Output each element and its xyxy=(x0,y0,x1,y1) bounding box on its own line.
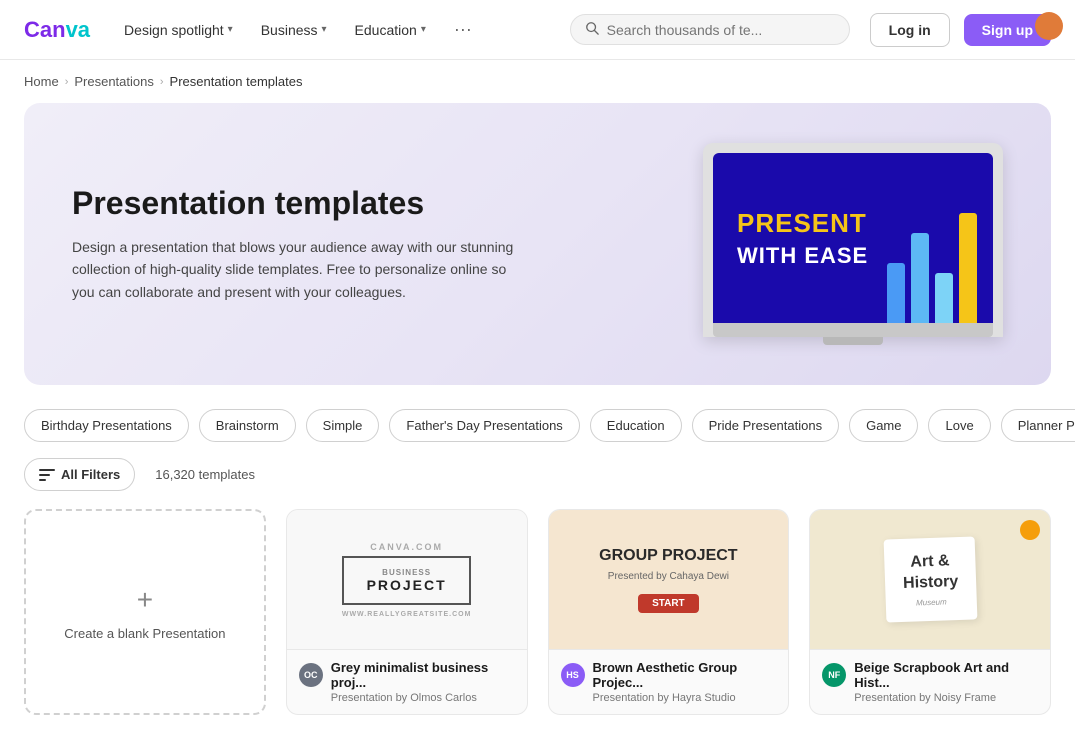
tag-brainstorm[interactable]: Brainstorm xyxy=(199,409,296,442)
card-name-group: Brown Aesthetic Group Projec... xyxy=(593,660,777,690)
hero-text: Presentation templates Design a presenta… xyxy=(72,185,532,303)
card-title-row: OC Grey minimalist business proj... xyxy=(299,660,515,690)
nav-education[interactable]: Education ▾ xyxy=(345,16,436,44)
tag-love[interactable]: Love xyxy=(928,409,990,442)
card-title-row-group: HS Brown Aesthetic Group Projec... xyxy=(561,660,777,690)
template-card-business[interactable]: CANVA.COM BUSINESS PROJECT WWW.REALLYGRE… xyxy=(286,509,528,715)
login-button[interactable]: Log in xyxy=(870,13,950,47)
thumb-group: GROUP PROJECT Presented by Cahaya Dewi S… xyxy=(549,510,789,650)
avatar-noisy: NF xyxy=(822,663,846,687)
laptop-line2: WITH EASE xyxy=(737,243,868,269)
thumb-art: Art &History Museum xyxy=(810,510,1050,650)
all-filters-button[interactable]: All Filters xyxy=(24,458,135,491)
card-info-art: NF Beige Scrapbook Art and Hist... Prese… xyxy=(810,650,1050,714)
decorative-circle xyxy=(1020,520,1040,540)
tag-simple[interactable]: Simple xyxy=(306,409,380,442)
hero-section: Presentation templates Design a presenta… xyxy=(24,103,1051,385)
template-count: 16,320 templates xyxy=(147,467,255,482)
chevron-down-icon: ▾ xyxy=(228,24,233,35)
laptop-line1: PRESENT xyxy=(737,208,867,239)
card-info-group: HS Brown Aesthetic Group Projec... Prese… xyxy=(549,650,789,714)
nav-education-label: Education xyxy=(355,22,417,38)
tag-birthday[interactable]: Birthday Presentations xyxy=(24,409,189,442)
nav-design-spotlight[interactable]: Design spotlight ▾ xyxy=(114,16,243,44)
templates-grid: + Create a blank Presentation CANVA.COM … xyxy=(0,501,1075,739)
hero-description: Design a presentation that blows your au… xyxy=(72,236,532,303)
group-project-sub: Presented by Cahaya Dewi xyxy=(608,571,729,582)
card-name-art: Beige Scrapbook Art and Hist... xyxy=(854,660,1038,690)
breadcrumb-home[interactable]: Home xyxy=(24,74,59,89)
hero-image-container: PRESENT WITH EASE xyxy=(703,143,1003,345)
template-card-art[interactable]: Art &History Museum NF Beige Scrapbook A… xyxy=(809,509,1051,715)
card-info-business: OC Grey minimalist business proj... Pres… xyxy=(287,650,527,714)
logo[interactable]: Canva xyxy=(24,17,90,43)
search-input[interactable] xyxy=(607,22,835,38)
filter-icon xyxy=(39,469,55,481)
bar-4 xyxy=(959,213,977,323)
group-project-title: GROUP PROJECT xyxy=(599,547,737,565)
nav-business-label: Business xyxy=(261,22,318,38)
chevron-down-icon: ▾ xyxy=(322,24,327,35)
card-title-row-art: NF Beige Scrapbook Art and Hist... xyxy=(822,660,1038,690)
breadcrumb-sep-2: › xyxy=(160,76,164,88)
tag-pride[interactable]: Pride Presentations xyxy=(692,409,839,442)
card-author-group: Presentation by Hayra Studio xyxy=(561,692,777,704)
bar-2 xyxy=(911,233,929,323)
avatar-olmos: OC xyxy=(299,663,323,687)
plus-icon: + xyxy=(137,584,153,616)
card-author-business: Presentation by Olmos Carlos xyxy=(299,692,515,704)
filters-row: All Filters 16,320 templates xyxy=(0,458,1075,501)
template-card-group[interactable]: GROUP PROJECT Presented by Cahaya Dewi S… xyxy=(548,509,790,715)
art-history-card: Art &History Museum xyxy=(883,537,977,623)
bar-3 xyxy=(935,273,953,323)
thumb-business: CANVA.COM BUSINESS PROJECT WWW.REALLYGRE… xyxy=(287,510,527,650)
card-author-art: Presentation by Noisy Frame xyxy=(822,692,1038,704)
chevron-down-icon: ▾ xyxy=(421,24,426,35)
nav-business[interactable]: Business ▾ xyxy=(251,16,337,44)
breadcrumb-current: Presentation templates xyxy=(170,74,303,89)
breadcrumb-sep-1: › xyxy=(65,76,69,88)
search-icon xyxy=(585,21,599,38)
tag-game[interactable]: Game xyxy=(849,409,918,442)
hero-title: Presentation templates xyxy=(72,185,532,222)
laptop-stand xyxy=(823,337,883,345)
breadcrumb: Home › Presentations › Presentation temp… xyxy=(0,60,1075,103)
chart-bars xyxy=(887,213,977,323)
tag-filter-bar: Birthday Presentations Brainstorm Simple… xyxy=(0,409,1075,458)
blank-card-label: Create a blank Presentation xyxy=(64,626,225,641)
tag-planner[interactable]: Planner Presentations xyxy=(1001,409,1075,442)
avatar-hayra: HS xyxy=(561,663,585,687)
search-bar xyxy=(570,14,850,45)
blank-card[interactable]: + Create a blank Presentation xyxy=(24,509,266,715)
laptop-screen: PRESENT WITH EASE xyxy=(713,153,993,323)
bar-1 xyxy=(887,263,905,323)
tag-fathers-day[interactable]: Father's Day Presentations xyxy=(389,409,579,442)
laptop-image: PRESENT WITH EASE xyxy=(703,143,1003,337)
start-button: START xyxy=(638,594,699,613)
laptop-base xyxy=(713,323,993,337)
breadcrumb-presentations[interactable]: Presentations xyxy=(74,74,154,89)
nav-more-button[interactable]: ··· xyxy=(444,13,482,46)
card-name-business: Grey minimalist business proj... xyxy=(331,660,515,690)
nav-design-spotlight-label: Design spotlight xyxy=(124,22,224,38)
business-project-text: BUSINESS PROJECT xyxy=(342,556,472,605)
thumb-business-bg: CANVA.COM BUSINESS PROJECT WWW.REALLYGRE… xyxy=(287,510,527,649)
navbar: Canva Design spotlight ▾ Business ▾ Educ… xyxy=(0,0,1075,60)
tag-education[interactable]: Education xyxy=(590,409,682,442)
